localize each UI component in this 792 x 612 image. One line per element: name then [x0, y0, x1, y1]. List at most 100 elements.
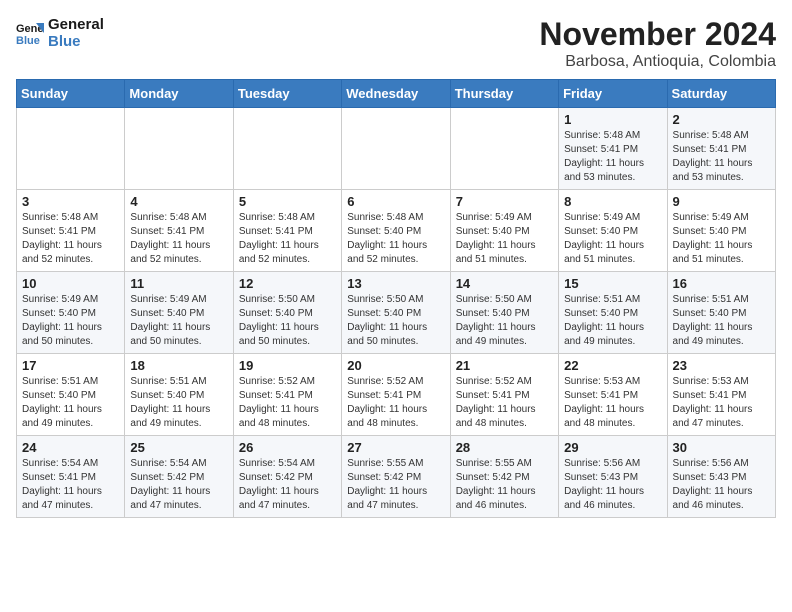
calendar-body: 1 Sunrise: 5:48 AM Sunset: 5:41 PM Daylig…: [17, 108, 776, 518]
day-info: Sunrise: 5:48 AM Sunset: 5:41 PM Dayligh…: [673, 129, 770, 185]
calendar-cell: 8Sunrise: 5:49 AM Sunset: 5:40 PM Daylig…: [559, 190, 667, 272]
day-info: Sunrise: 5:50 AM Sunset: 5:40 PM Dayligh…: [239, 293, 336, 349]
calendar-cell: 3 Sunrise: 5:48 AM Sunset: 5:41 PM Daylig…: [17, 190, 125, 272]
day-info: Sunrise: 5:48 AM Sunset: 5:41 PM Dayligh…: [564, 129, 661, 185]
day-number: 10: [22, 276, 119, 291]
page-header: General Blue General Blue November 2024 …: [16, 16, 776, 71]
day-number: 20: [347, 358, 444, 373]
day-number: 11: [130, 276, 227, 291]
day-number: 25: [130, 440, 227, 455]
weekday-header-monday: Monday: [125, 80, 233, 108]
calendar-cell: 25 Sunrise: 5:54 AM Sunset: 5:42 PM Dayli…: [125, 436, 233, 518]
day-info: Sunrise: 5:52 AM Sunset: 5:41 PM Dayligh…: [239, 375, 336, 431]
day-info: Sunrise: 5:48 AM Sunset: 5:41 PM Dayligh…: [239, 211, 336, 267]
logo-general: General: [48, 16, 104, 33]
day-number: 30: [673, 440, 770, 455]
day-info: Sunrise: 5:52 AM Sunset: 5:41 PM Dayligh…: [456, 375, 553, 431]
calendar-cell: 22 Sunrise: 5:53 AM Sunset: 5:41 PM Dayli…: [559, 354, 667, 436]
day-number: 26: [239, 440, 336, 455]
day-info: Sunrise: 5:48 AM Sunset: 5:41 PM Dayligh…: [130, 211, 227, 267]
day-info: Sunrise: 5:49 AM Sunset: 5:40 PM Dayligh…: [130, 293, 227, 349]
logo: General Blue General Blue: [16, 16, 104, 51]
day-number: 15: [564, 276, 661, 291]
calendar-cell: 13Sunrise: 5:50 AM Sunset: 5:40 PM Dayli…: [342, 272, 450, 354]
day-info: Sunrise: 5:48 AM Sunset: 5:41 PM Dayligh…: [22, 211, 119, 267]
calendar-cell: 4Sunrise: 5:48 AM Sunset: 5:41 PM Daylig…: [125, 190, 233, 272]
calendar-cell: [233, 108, 341, 190]
day-info: Sunrise: 5:50 AM Sunset: 5:40 PM Dayligh…: [456, 293, 553, 349]
calendar-cell: 27 Sunrise: 5:55 AM Sunset: 5:42 PM Dayli…: [342, 436, 450, 518]
calendar-cell: 6 Sunrise: 5:48 AM Sunset: 5:40 PM Daylig…: [342, 190, 450, 272]
weekday-header-sunday: Sunday: [17, 80, 125, 108]
weekday-header-wednesday: Wednesday: [342, 80, 450, 108]
day-info: Sunrise: 5:53 AM Sunset: 5:41 PM Dayligh…: [673, 375, 770, 431]
day-info: Sunrise: 5:54 AM Sunset: 5:42 PM Dayligh…: [130, 457, 227, 513]
calendar-cell: 5 Sunrise: 5:48 AM Sunset: 5:41 PM Daylig…: [233, 190, 341, 272]
calendar-cell: 9Sunrise: 5:49 AM Sunset: 5:40 PM Daylig…: [667, 190, 775, 272]
calendar-cell: 1 Sunrise: 5:48 AM Sunset: 5:41 PM Daylig…: [559, 108, 667, 190]
day-info: Sunrise: 5:48 AM Sunset: 5:40 PM Dayligh…: [347, 211, 444, 267]
calendar-cell: 18Sunrise: 5:51 AM Sunset: 5:40 PM Dayli…: [125, 354, 233, 436]
calendar-cell: 2 Sunrise: 5:48 AM Sunset: 5:41 PM Daylig…: [667, 108, 775, 190]
weekday-header-tuesday: Tuesday: [233, 80, 341, 108]
calendar-week-2: 3 Sunrise: 5:48 AM Sunset: 5:41 PM Daylig…: [17, 190, 776, 272]
calendar-cell: 17 Sunrise: 5:51 AM Sunset: 5:40 PM Dayli…: [17, 354, 125, 436]
day-info: Sunrise: 5:51 AM Sunset: 5:40 PM Dayligh…: [673, 293, 770, 349]
calendar-cell: 15Sunrise: 5:51 AM Sunset: 5:40 PM Dayli…: [559, 272, 667, 354]
day-number: 22: [564, 358, 661, 373]
calendar-cell: 19 Sunrise: 5:52 AM Sunset: 5:41 PM Dayli…: [233, 354, 341, 436]
day-info: Sunrise: 5:49 AM Sunset: 5:40 PM Dayligh…: [673, 211, 770, 267]
day-number: 2: [673, 112, 770, 127]
day-number: 17: [22, 358, 119, 373]
calendar-week-3: 10 Sunrise: 5:49 AM Sunset: 5:40 PM Dayli…: [17, 272, 776, 354]
day-number: 27: [347, 440, 444, 455]
title-block: November 2024 Barbosa, Antioquia, Colomb…: [539, 16, 776, 71]
day-number: 8: [564, 194, 661, 209]
calendar-cell: 12Sunrise: 5:50 AM Sunset: 5:40 PM Dayli…: [233, 272, 341, 354]
day-info: Sunrise: 5:55 AM Sunset: 5:42 PM Dayligh…: [456, 457, 553, 513]
day-number: 7: [456, 194, 553, 209]
calendar-cell: [125, 108, 233, 190]
day-number: 6: [347, 194, 444, 209]
month-title: November 2024: [539, 16, 776, 53]
day-number: 3: [22, 194, 119, 209]
calendar-cell: 23 Sunrise: 5:53 AM Sunset: 5:41 PM Dayli…: [667, 354, 775, 436]
calendar-week-1: 1 Sunrise: 5:48 AM Sunset: 5:41 PM Daylig…: [17, 108, 776, 190]
day-info: Sunrise: 5:52 AM Sunset: 5:41 PM Dayligh…: [347, 375, 444, 431]
calendar-cell: 28Sunrise: 5:55 AM Sunset: 5:42 PM Dayli…: [450, 436, 558, 518]
day-info: Sunrise: 5:55 AM Sunset: 5:42 PM Dayligh…: [347, 457, 444, 513]
svg-text:Blue: Blue: [16, 35, 40, 47]
day-info: Sunrise: 5:50 AM Sunset: 5:40 PM Dayligh…: [347, 293, 444, 349]
calendar-cell: 26 Sunrise: 5:54 AM Sunset: 5:42 PM Dayli…: [233, 436, 341, 518]
day-info: Sunrise: 5:56 AM Sunset: 5:43 PM Dayligh…: [564, 457, 661, 513]
calendar-cell: [342, 108, 450, 190]
calendar-cell: 24Sunrise: 5:54 AM Sunset: 5:41 PM Dayli…: [17, 436, 125, 518]
day-number: 14: [456, 276, 553, 291]
day-info: Sunrise: 5:51 AM Sunset: 5:40 PM Dayligh…: [22, 375, 119, 431]
weekday-header-friday: Friday: [559, 80, 667, 108]
location-subtitle: Barbosa, Antioquia, Colombia: [539, 53, 776, 71]
day-info: Sunrise: 5:51 AM Sunset: 5:40 PM Dayligh…: [130, 375, 227, 431]
weekday-header-saturday: Saturday: [667, 80, 775, 108]
day-number: 1: [564, 112, 661, 127]
weekday-header-thursday: Thursday: [450, 80, 558, 108]
day-number: 24: [22, 440, 119, 455]
day-info: Sunrise: 5:49 AM Sunset: 5:40 PM Dayligh…: [22, 293, 119, 349]
day-info: Sunrise: 5:54 AM Sunset: 5:42 PM Dayligh…: [239, 457, 336, 513]
calendar-table: SundayMondayTuesdayWednesdayThursdayFrid…: [16, 79, 776, 518]
day-number: 23: [673, 358, 770, 373]
day-number: 16: [673, 276, 770, 291]
calendar-week-5: 24Sunrise: 5:54 AM Sunset: 5:41 PM Dayli…: [17, 436, 776, 518]
logo-blue: Blue: [48, 33, 104, 50]
calendar-cell: 14 Sunrise: 5:50 AM Sunset: 5:40 PM Dayli…: [450, 272, 558, 354]
day-number: 5: [239, 194, 336, 209]
day-info: Sunrise: 5:53 AM Sunset: 5:41 PM Dayligh…: [564, 375, 661, 431]
calendar-cell: [17, 108, 125, 190]
calendar-cell: 29Sunrise: 5:56 AM Sunset: 5:43 PM Dayli…: [559, 436, 667, 518]
calendar-cell: 7Sunrise: 5:49 AM Sunset: 5:40 PM Daylig…: [450, 190, 558, 272]
calendar-cell: [450, 108, 558, 190]
calendar-cell: 16 Sunrise: 5:51 AM Sunset: 5:40 PM Dayli…: [667, 272, 775, 354]
day-number: 19: [239, 358, 336, 373]
calendar-week-4: 17 Sunrise: 5:51 AM Sunset: 5:40 PM Dayli…: [17, 354, 776, 436]
day-number: 21: [456, 358, 553, 373]
